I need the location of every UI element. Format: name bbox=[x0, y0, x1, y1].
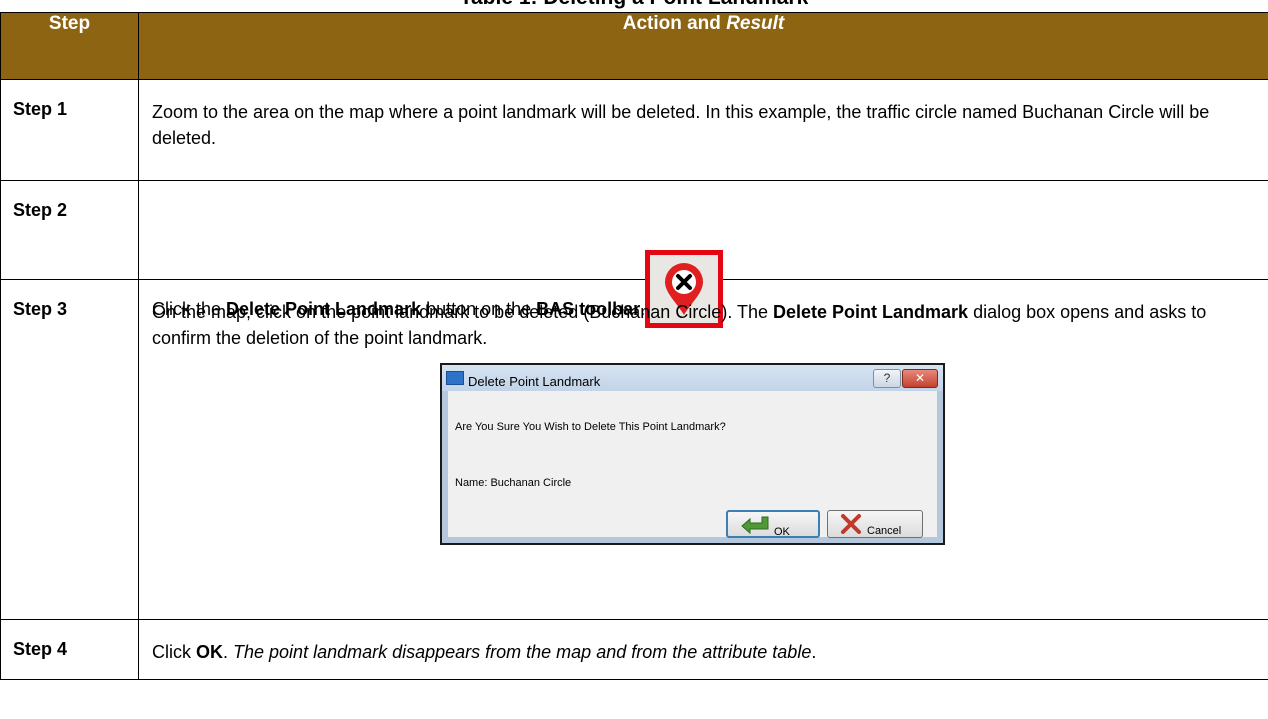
table-row: Step 4 Click OK. The point landmark disa… bbox=[0, 619, 1268, 680]
header-result: Result bbox=[726, 13, 785, 34]
delete-point-landmark-dialog: Delete Point Landmark ? ✕ Are You Sure Y… bbox=[440, 363, 945, 545]
step-label: Step 1 bbox=[0, 79, 139, 181]
confirm-question: Are You Sure You Wish to Delete This Poi… bbox=[455, 421, 726, 433]
table-row: Step 2 Click the Delete Point Landmark b… bbox=[0, 180, 1268, 328]
landmark-name: Name: Buchanan Circle bbox=[455, 477, 572, 489]
ui-term: OK bbox=[196, 642, 223, 662]
step-label: Step 4 bbox=[0, 619, 139, 680]
table-row: Step 3 On the map, click on the point la… bbox=[0, 279, 1268, 620]
header-action: Action and Result bbox=[138, 12, 1268, 80]
dialog-titlebar: Delete Point Landmark ? ✕ bbox=[442, 365, 943, 391]
steps-table: Step Action and Result Step 1 Zoom to th… bbox=[0, 12, 1268, 680]
help-button[interactable]: ? bbox=[873, 369, 901, 388]
step-action: Zoom to the area on the map where a poin… bbox=[138, 79, 1268, 181]
step-label: Step 3 bbox=[0, 279, 139, 620]
app-icon bbox=[446, 371, 464, 385]
step-action: On the map, click on the point landmark … bbox=[138, 279, 1268, 620]
dialog-body: Are You Sure You Wish to Delete This Poi… bbox=[448, 391, 937, 538]
header-row: Step Action and Result bbox=[0, 12, 1268, 80]
ui-term: Delete Point Landmark bbox=[773, 302, 969, 322]
ok-button[interactable]: OK bbox=[726, 510, 820, 538]
cancel-x-icon bbox=[841, 514, 861, 534]
table-caption-text: Table 1: Deleting a Point Landmark bbox=[0, 0, 1268, 9]
ok-arrow-icon bbox=[741, 516, 769, 535]
table-caption: Table 1: Deleting a Point Landmark bbox=[0, 0, 1268, 12]
step-action: Click OK. The point landmark disappears … bbox=[138, 619, 1268, 680]
cancel-button[interactable]: Cancel bbox=[827, 510, 923, 538]
step-label: Step 2 bbox=[0, 180, 139, 280]
header-step: Step bbox=[0, 12, 139, 80]
result-text: The point landmark disappears from the m… bbox=[233, 642, 812, 662]
close-button[interactable]: ✕ bbox=[902, 369, 938, 388]
table-row: Step 1 Zoom to the area on the map where… bbox=[0, 79, 1268, 181]
step-action: Click the Delete Point Landmark button o… bbox=[138, 180, 1268, 328]
